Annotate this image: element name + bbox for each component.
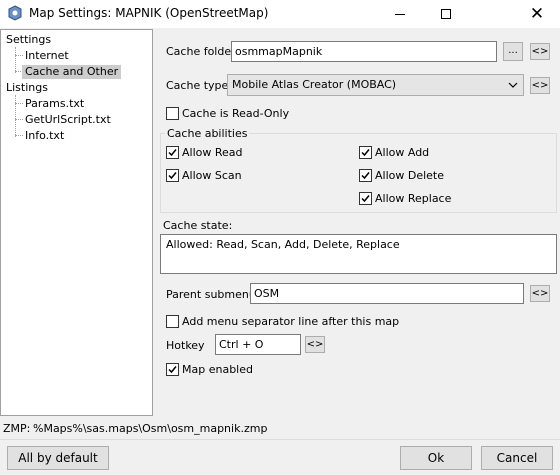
cache-type-selected: Mobile Atlas Creator (MOBAC) <box>232 78 397 91</box>
reset-parent-submenu-button[interactable]: <> <box>530 285 550 302</box>
menu-separator-label: Add menu separator line after this map <box>182 315 400 328</box>
reset-cache-type-button[interactable]: <> <box>530 77 550 94</box>
allow-scan-checkbox[interactable]: Allow Scan <box>166 169 242 182</box>
all-by-default-button[interactable]: All by default <box>7 446 109 470</box>
checkbox-box <box>166 363 179 376</box>
checkbox-box <box>166 107 179 120</box>
cache-state-memo[interactable]: Allowed: Read, Scan, Add, Delete, Replac… <box>160 234 557 274</box>
check-mark-icon <box>168 149 177 157</box>
hotkey-input[interactable]: Ctrl + O <box>215 334 301 355</box>
check-mark-icon <box>361 172 370 180</box>
parent-submenu-label: Parent submenu <box>166 288 256 301</box>
reset-cache-folder-button[interactable]: <> <box>530 43 550 60</box>
tree-connector <box>15 119 23 120</box>
cache-folder-input[interactable]: osmmapMapnik <box>231 41 497 62</box>
cache-folder-label: Cache folder <box>166 45 236 58</box>
settings-tree[interactable]: Settings Internet Cache and Other Listin… <box>0 29 153 416</box>
checkbox-box <box>166 146 179 159</box>
tree-item-listings[interactable]: Listings <box>6 81 48 95</box>
hotkey-label: Hotkey <box>166 339 205 352</box>
cache-state-label: Cache state: <box>163 219 233 232</box>
close-button[interactable]: ✕ <box>514 0 560 28</box>
allow-add-label: Allow Add <box>375 146 430 159</box>
parent-submenu-input[interactable]: OSM <box>250 283 524 304</box>
allow-scan-label: Allow Scan <box>182 169 242 182</box>
close-icon: ✕ <box>529 3 545 24</box>
maximize-icon <box>441 9 451 19</box>
check-mark-icon <box>361 195 370 203</box>
tree-item-settings[interactable]: Settings <box>6 33 51 47</box>
minimize-button[interactable] <box>377 0 423 28</box>
allow-delete-label: Allow Delete <box>375 169 445 182</box>
cache-readonly-checkbox[interactable]: Cache is Read-Only <box>166 107 289 120</box>
allow-delete-checkbox[interactable]: Allow Delete <box>359 169 444 182</box>
tree-item-info[interactable]: Info.txt <box>25 129 64 143</box>
cache-type-select[interactable]: Mobile Atlas Creator (MOBAC) <box>227 74 524 96</box>
tree-connector <box>15 47 16 73</box>
tree-item-cache-and-other[interactable]: Cache and Other <box>22 65 122 79</box>
tree-item-internet[interactable]: Internet <box>25 49 69 63</box>
checkbox-box <box>359 192 372 205</box>
tree-connector <box>15 103 23 104</box>
menu-separator-checkbox[interactable]: Add menu separator line after this map <box>166 315 399 328</box>
tree-connector <box>15 95 16 137</box>
globe-settings-icon <box>7 5 23 21</box>
cache-type-label: Cache type <box>166 79 229 92</box>
ok-button[interactable]: Ok <box>400 446 472 470</box>
zmp-path: %Maps%\sas.maps\Osm\osm_mapnik.zmp <box>33 422 268 435</box>
reset-hotkey-button[interactable]: <> <box>305 336 325 353</box>
allow-read-checkbox[interactable]: Allow Read <box>166 146 243 159</box>
checkbox-box <box>166 169 179 182</box>
chevron-down-icon <box>507 78 519 92</box>
maximize-button[interactable] <box>423 0 469 28</box>
allow-read-label: Allow Read <box>182 146 243 159</box>
allow-replace-label: Allow Replace <box>375 192 452 205</box>
checkbox-box <box>359 169 372 182</box>
checkbox-box <box>166 315 179 328</box>
checkbox-box <box>359 146 372 159</box>
check-mark-icon <box>361 149 370 157</box>
allow-add-checkbox[interactable]: Allow Add <box>359 146 429 159</box>
check-mark-icon <box>168 172 177 180</box>
cache-abilities-title: Cache abilities <box>165 127 250 140</box>
window-title: Map Settings: MAPNIK (OpenStreetMap) <box>29 6 269 20</box>
map-enabled-checkbox[interactable]: Map enabled <box>166 363 253 376</box>
tree-item-params[interactable]: Params.txt <box>25 97 84 111</box>
tree-connector <box>15 135 23 136</box>
allow-replace-checkbox[interactable]: Allow Replace <box>359 192 451 205</box>
map-enabled-label: Map enabled <box>182 363 253 376</box>
tree-connector <box>15 55 23 56</box>
minimize-icon <box>395 13 405 15</box>
footer-separator <box>0 439 560 440</box>
browse-cache-folder-button[interactable]: ... <box>503 42 523 61</box>
cache-readonly-label: Cache is Read-Only <box>182 107 290 120</box>
zmp-label: ZMP: <box>3 422 31 435</box>
cancel-button[interactable]: Cancel <box>481 446 553 470</box>
check-mark-icon <box>168 366 177 374</box>
tree-item-geturlscript[interactable]: GetUrlScript.txt <box>25 113 111 127</box>
